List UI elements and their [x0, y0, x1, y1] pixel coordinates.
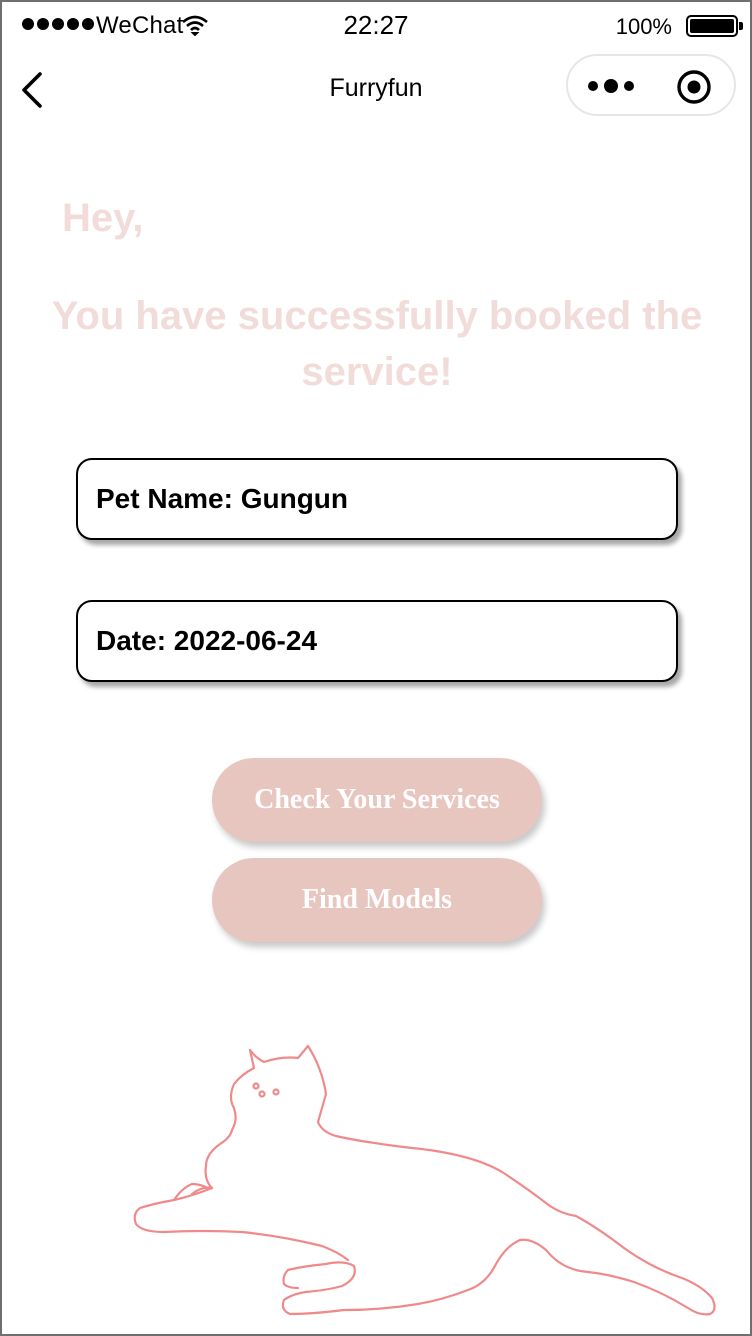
- battery-tip: [739, 22, 743, 30]
- battery-icon: [686, 15, 738, 37]
- find-models-button[interactable]: Find Models: [212, 858, 542, 942]
- booking-success-message: You have successfully booked the service…: [51, 294, 703, 394]
- pet-name-field: Pet Name: Gungun: [76, 458, 678, 540]
- navigation-bar: Furryfun: [2, 50, 750, 130]
- mini-program-capsule: [566, 54, 736, 116]
- check-services-button[interactable]: Check Your Services: [212, 758, 542, 842]
- more-dots-icon[interactable]: [586, 74, 638, 98]
- cat-outline-icon: [133, 1044, 716, 1316]
- battery-percentage: 100%: [615, 14, 672, 39]
- date-field: Date: 2022-06-24: [76, 600, 678, 682]
- target-circle-icon[interactable]: [676, 69, 712, 105]
- capsule-divider: [652, 72, 653, 102]
- phone-screen: WeChat 22:27 100% Furryfun Hey, You have…: [0, 0, 752, 1336]
- greeting-text: Hey,: [62, 196, 144, 240]
- status-bar: WeChat 22:27 100%: [2, 2, 750, 50]
